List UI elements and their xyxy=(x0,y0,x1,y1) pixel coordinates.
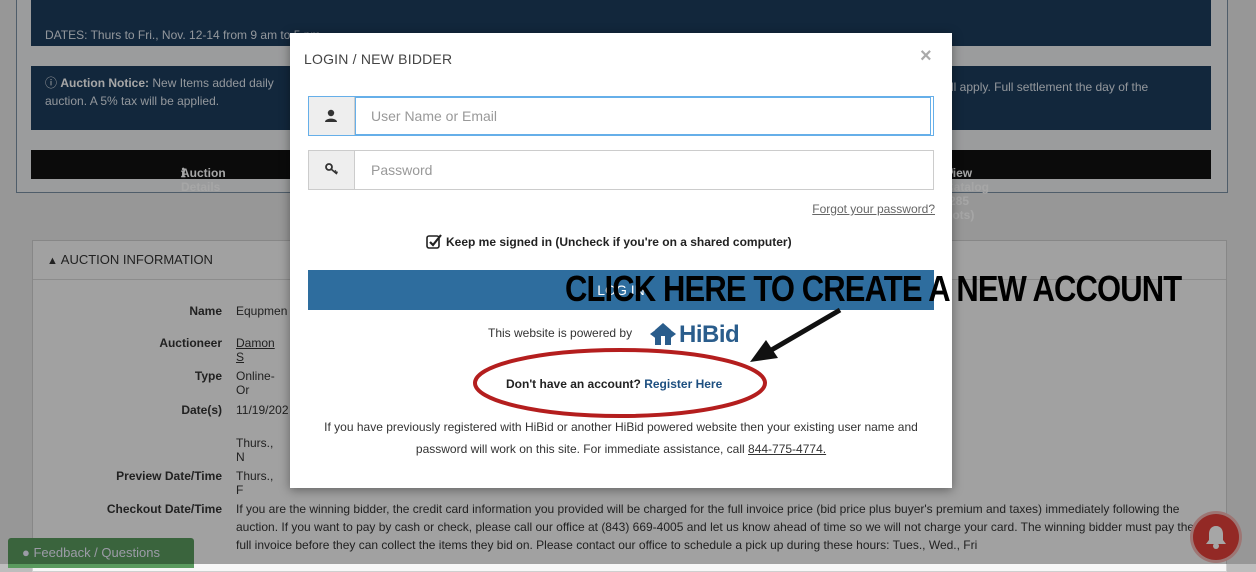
no-account-line: Don't have an account? Register Here xyxy=(506,377,722,391)
key-icon xyxy=(325,163,339,175)
register-here-link[interactable]: Register Here xyxy=(644,377,722,391)
hibid-wordmark: HiBid xyxy=(679,321,740,348)
keep-signed-in-checkbox[interactable]: Keep me signed in (Uncheck if you're on … xyxy=(426,233,792,250)
forgot-password-link[interactable]: Forgot your password? xyxy=(812,202,935,216)
username-addon xyxy=(309,97,355,135)
password-addon xyxy=(309,151,355,189)
phone-link[interactable]: 844-775-4774. xyxy=(748,442,826,456)
password-group xyxy=(308,150,934,190)
annotation-callout: CLICK HERE TO CREATE A NEW ACCOUNT xyxy=(565,268,1182,309)
username-group xyxy=(308,96,934,136)
no-account-text: Don't have an account? xyxy=(506,377,641,391)
keep-signed-in-label: Keep me signed in (Uncheck if you're on … xyxy=(446,235,792,249)
hibid-house-icon xyxy=(650,323,676,345)
hibid-logo: HiBid xyxy=(650,321,740,349)
checkbox-checked-icon xyxy=(426,234,442,249)
modal-title: LOGIN / NEW BIDDER xyxy=(304,51,453,67)
login-modal: LOGIN / NEW BIDDER × Forgot your passwor… xyxy=(290,33,952,488)
user-icon xyxy=(325,109,337,122)
username-input[interactable] xyxy=(355,97,931,135)
close-icon[interactable]: × xyxy=(920,45,932,68)
password-input[interactable] xyxy=(355,151,931,189)
previous-registration-text: If you have previously registered with H… xyxy=(310,416,932,460)
previous-registration-body: If you have previously registered with H… xyxy=(324,420,918,456)
powered-by-text: This website is powered by xyxy=(488,326,633,340)
